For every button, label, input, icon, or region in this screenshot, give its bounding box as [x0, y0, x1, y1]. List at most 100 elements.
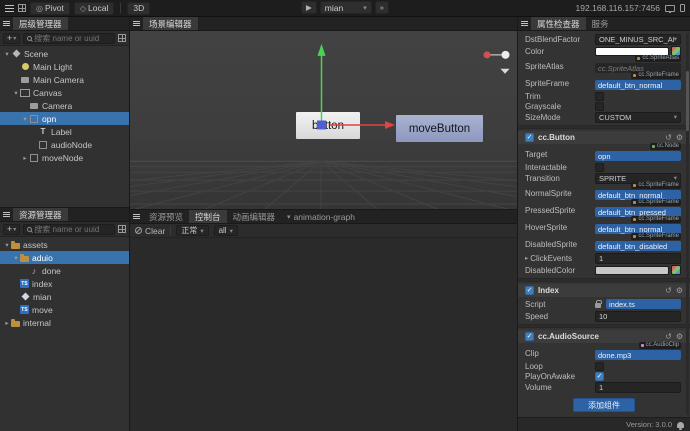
- expander-icon[interactable]: ▾: [3, 241, 11, 249]
- expander-icon[interactable]: ▾: [21, 115, 29, 123]
- expander-icon[interactable]: ▾: [12, 89, 20, 97]
- prop-label: HoverSprite: [525, 223, 595, 234]
- console-tabbar: 资源预览控制台动画编辑器▾animation-graph: [130, 210, 517, 224]
- scene-node-movebutton[interactable]: moveButton: [396, 115, 483, 142]
- reset-icon[interactable]: ↺: [665, 332, 672, 341]
- hierarchy-item-opn[interactable]: ▾opn: [0, 112, 129, 125]
- clear-console-button[interactable]: Clear: [135, 226, 165, 236]
- asset-type-chip: cc.SpriteFrame: [631, 199, 681, 206]
- hierarchy-item-audionode[interactable]: audioNode: [0, 138, 129, 151]
- checkbox-interactable[interactable]: [595, 163, 604, 172]
- color-picker-icon[interactable]: [671, 265, 681, 275]
- asset-item-index[interactable]: TSindex: [0, 277, 129, 290]
- gear-icon[interactable]: ⚙: [676, 286, 683, 295]
- expander-icon[interactable]: ▾: [3, 50, 11, 58]
- color-field-disabledcolor[interactable]: [595, 266, 669, 275]
- hierarchy-item-main-camera[interactable]: Main Camera: [0, 73, 129, 86]
- checkbox-trim[interactable]: [595, 92, 604, 101]
- log-source-select[interactable]: all ▾: [214, 225, 238, 236]
- console-output[interactable]: [130, 238, 517, 431]
- tab-[interactable]: 动画编辑器: [227, 210, 282, 223]
- scrollbar-thumb[interactable]: [686, 71, 689, 131]
- tab-scene-editor[interactable]: 场景编辑器: [143, 17, 198, 30]
- tab-[interactable]: 属性检查器: [531, 17, 586, 30]
- tab-animation-graph[interactable]: ▾animation-graph: [281, 210, 361, 223]
- asset-field-spriteframe[interactable]: default_btn_normal: [595, 80, 681, 90]
- tab-assets[interactable]: 资源管理器: [13, 208, 68, 221]
- hierarchy-item-canvas[interactable]: ▾Canvas: [0, 86, 129, 99]
- hierarchy-item-movenode[interactable]: ▸moveNode: [0, 151, 129, 164]
- local-button[interactable]: ◇ Local: [74, 2, 114, 15]
- asset-item-mian[interactable]: mian: [0, 290, 129, 303]
- panel-menu-icon[interactable]: [0, 17, 13, 30]
- expander-icon[interactable]: ▾: [12, 254, 20, 262]
- tab-[interactable]: 资源预览: [143, 210, 189, 223]
- main-menu-icon[interactable]: [5, 5, 14, 12]
- play-button[interactable]: ▶: [301, 1, 317, 14]
- device-icon[interactable]: [680, 4, 685, 12]
- hierarchy-search-input[interactable]: [34, 34, 111, 43]
- panel-menu-icon[interactable]: [130, 17, 143, 30]
- asset-field-target[interactable]: opn: [595, 151, 681, 161]
- input-speed[interactable]: 10: [595, 311, 681, 322]
- asset-field-disabledsprite[interactable]: default_btn_disabled: [595, 241, 681, 251]
- component-enabled-checkbox[interactable]: ✓: [525, 133, 534, 142]
- scene-select[interactable]: mian ▾: [320, 1, 372, 14]
- assets-search[interactable]: [23, 224, 115, 235]
- pivot-button[interactable]: ◎ Pivot: [30, 2, 70, 15]
- reset-icon[interactable]: ↺: [665, 286, 672, 295]
- 3d-toggle-button[interactable]: 3D: [127, 2, 150, 15]
- log-level-select[interactable]: 正常 ▾: [176, 225, 208, 236]
- hierarchy-item-label[interactable]: TLabel: [0, 125, 129, 138]
- asset-item-internal[interactable]: ▸internal: [0, 316, 129, 329]
- scene-viewport[interactable]: button moveButton: [130, 31, 517, 209]
- input-clickevents[interactable]: 1: [595, 253, 681, 264]
- chevron-right-icon[interactable]: ▸: [525, 254, 528, 262]
- hierarchy-item-main-light[interactable]: Main Light: [0, 60, 129, 73]
- tab-[interactable]: 服务: [586, 17, 615, 30]
- asset-item-aduio[interactable]: ▾aduio: [0, 251, 129, 264]
- component-enabled-checkbox[interactable]: ✓: [525, 286, 534, 295]
- asset-item-assets[interactable]: ▾assets: [0, 238, 129, 251]
- asset-field-clip[interactable]: done.mp3: [595, 350, 681, 360]
- gear-icon[interactable]: ⚙: [676, 133, 683, 142]
- checkbox-playonawake[interactable]: ✓: [595, 372, 604, 381]
- expander-icon[interactable]: ▸: [21, 154, 29, 162]
- hierarchy-item-scene[interactable]: ▾Scene: [0, 47, 129, 60]
- monitor-icon[interactable]: [665, 5, 675, 12]
- checkbox-grayscale[interactable]: [595, 102, 604, 111]
- scene-node-button[interactable]: button: [296, 112, 360, 139]
- select-dstblendfactor[interactable]: ONE_MINUS_SRC_ALPHA▾: [595, 34, 681, 45]
- add-component-button[interactable]: 添加组件: [573, 398, 635, 412]
- console-tabs: 资源预览控制台动画编辑器▾animation-graph: [143, 210, 361, 223]
- panel-menu-icon[interactable]: [130, 210, 143, 223]
- component-header-index[interactable]: ✓Index↺⚙: [518, 284, 690, 297]
- panel-menu-icon[interactable]: [0, 208, 13, 221]
- hierarchy-item-camera[interactable]: Camera: [0, 99, 129, 112]
- asset-type-label: cc.AudioClip: [646, 342, 679, 349]
- select-sizemode[interactable]: CUSTOM▾: [595, 112, 681, 123]
- layout-grid-icon[interactable]: [18, 4, 26, 12]
- notification-bell-icon[interactable]: [677, 422, 684, 428]
- asset-item-done[interactable]: ♪done: [0, 264, 129, 277]
- tab-hierarchy[interactable]: 层级管理器: [13, 17, 68, 30]
- reset-icon[interactable]: ↺: [665, 133, 672, 142]
- step-button[interactable]: »: [375, 1, 389, 14]
- hierarchy-search[interactable]: [23, 33, 115, 44]
- expander-icon[interactable]: ▸: [3, 319, 11, 327]
- view-options-icon[interactable]: [118, 34, 126, 42]
- create-node-button[interactable]: +▾: [3, 33, 20, 44]
- inspector-scrollbar[interactable]: [686, 33, 689, 415]
- preview-address[interactable]: 192.168.116.157:7456: [576, 3, 660, 13]
- gear-icon[interactable]: ⚙: [676, 332, 683, 341]
- assets-search-input[interactable]: [34, 225, 111, 234]
- script-field[interactable]: index.ts: [606, 299, 681, 309]
- asset-item-move[interactable]: TSmove: [0, 303, 129, 316]
- input-volume[interactable]: 1: [595, 382, 681, 393]
- panel-menu-icon[interactable]: [518, 17, 531, 30]
- component-enabled-checkbox[interactable]: ✓: [525, 332, 534, 341]
- checkbox-loop[interactable]: [595, 362, 604, 371]
- tab-[interactable]: 控制台: [189, 210, 227, 223]
- create-asset-button[interactable]: +▾: [3, 224, 20, 235]
- view-options-icon[interactable]: [118, 225, 126, 233]
